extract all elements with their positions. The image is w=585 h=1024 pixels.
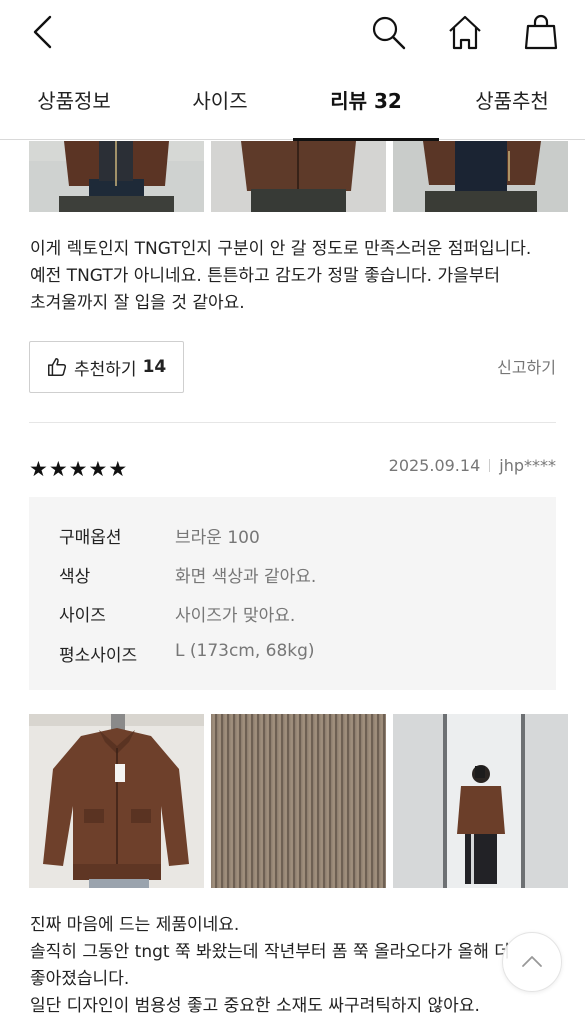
product-tabs: 상품정보 사이즈 리뷰 32 상품추천 [0, 70, 585, 141]
shopping-bag-icon[interactable] [521, 12, 561, 52]
option-value: 화면 색상과 같아요. [175, 567, 317, 587]
option-value: L (173cm, 68kg) [175, 641, 315, 661]
review-text-line: 진짜 마음에 드는 제품이네요. [30, 915, 240, 935]
review-text-line: 솔직히 그동안 tngt 쭉 봐왔는데 작년부터 폼 쭉 올라오다가 올해 더 … [30, 942, 510, 989]
review-text-line: 일단 디자인이 범용성 좋고 중요한 소재도 싸구려틱하지 않아요. [30, 996, 480, 1016]
purchase-options-box: 구매옵션 브라운 100 색상 화면 색상과 같아요. 사이즈 사이즈가 맞아요… [29, 497, 556, 690]
star-icon: ★ [48, 457, 68, 481]
home-icon[interactable] [445, 12, 485, 52]
review-photo[interactable] [393, 714, 568, 888]
star-rating: ★ ★ ★ ★ ★ [29, 457, 128, 481]
review-text: 진짜 마음에 드는 제품이네요. 솔직히 그동안 tngt 쭉 봐왔는데 작년부… [30, 912, 558, 1020]
review-divider [29, 422, 556, 423]
chevron-left-icon[interactable] [24, 12, 64, 52]
review-text: 이게 렉토인지 TNGT인지 구분이 안 갈 정도로 만족스러운 점퍼입니다. … [30, 239, 532, 313]
recommend-button[interactable]: 추천하기 14 [29, 341, 184, 393]
search-icon[interactable] [368, 12, 408, 52]
report-link[interactable]: 신고하기 [470, 354, 556, 378]
scroll-top-button[interactable] [502, 932, 562, 992]
chevron-up-icon [522, 956, 542, 967]
option-value: 브라운 100 [175, 528, 260, 548]
option-label: 구매옵션 [59, 528, 122, 548]
tab-recommend[interactable]: 상품추천 [463, 70, 561, 140]
tab-size[interactable]: 사이즈 [168, 70, 272, 140]
star-icon: ★ [88, 457, 108, 481]
review-photo[interactable] [393, 141, 568, 212]
review-meta: 2025.09.14 jhp**** [330, 456, 556, 475]
thumbs-up-icon [48, 358, 67, 376]
recommend-count: 14 [142, 357, 167, 377]
reviewer-id: jhp**** [499, 456, 556, 475]
option-label: 색상 [59, 567, 91, 587]
review-photo[interactable] [29, 141, 204, 212]
star-icon: ★ [68, 457, 88, 481]
review-photo[interactable] [29, 714, 204, 888]
review-photo[interactable] [211, 714, 386, 888]
recommend-label: 추천하기 [74, 359, 137, 380]
review-date: 2025.09.14 [388, 456, 481, 475]
tab-product-info[interactable]: 상품정보 [22, 70, 126, 140]
tab-reviews[interactable]: 리뷰 32 [293, 70, 439, 141]
option-value: 사이즈가 맞아요. [175, 606, 296, 626]
meta-separator [489, 459, 491, 472]
star-icon: ★ [108, 457, 128, 481]
top-nav-bar [0, 0, 585, 70]
option-label: 평소사이즈 [59, 646, 138, 666]
review-photo[interactable] [211, 141, 386, 212]
option-label: 사이즈 [59, 606, 106, 626]
star-icon: ★ [29, 457, 48, 481]
